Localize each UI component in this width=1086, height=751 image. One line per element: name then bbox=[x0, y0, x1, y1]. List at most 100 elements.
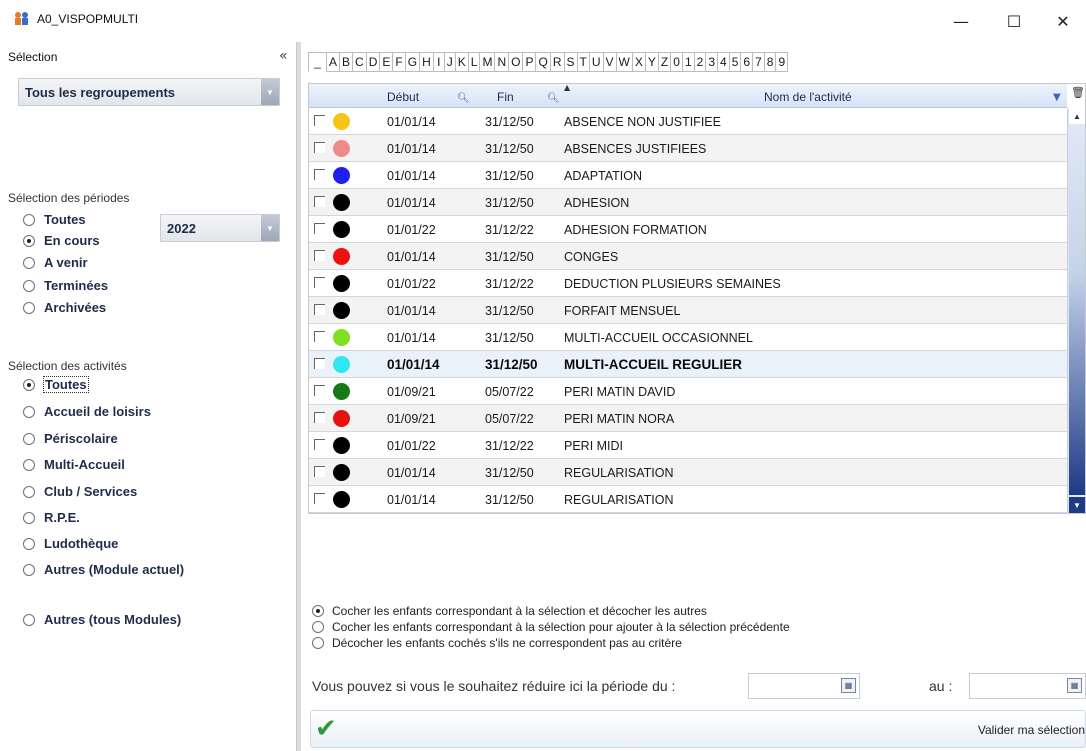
radio-periode-terminees[interactable]: Terminées bbox=[23, 278, 108, 293]
trash-icon[interactable]: 🗑 bbox=[1071, 86, 1085, 99]
row-checkbox[interactable] bbox=[314, 115, 325, 126]
header-fin[interactable]: Fin bbox=[497, 90, 514, 104]
radio-activite-periscolaire[interactable]: Périscolaire bbox=[23, 431, 118, 446]
radio-icon[interactable] bbox=[23, 213, 35, 226]
letter-filter-button[interactable]: X bbox=[632, 52, 646, 72]
validate-button[interactable]: ✔ Valider ma sélection bbox=[310, 710, 1086, 748]
letter-filter-button[interactable]: D bbox=[366, 52, 381, 72]
letter-filter-button[interactable]: G bbox=[405, 52, 421, 72]
letter-filter-button[interactable]: 2 bbox=[694, 52, 707, 72]
letter-filter-button[interactable]: C bbox=[353, 52, 367, 72]
table-row[interactable]: 01/01/14 31/12/50 FORFAIT MENSUEL bbox=[309, 297, 1067, 324]
letter-filter-button[interactable]: 0 bbox=[671, 52, 683, 72]
table-row[interactable]: 01/01/14 31/12/50 ABSENCE NON JUSTIFIEE bbox=[309, 108, 1067, 135]
radio-periode-toutes[interactable]: Toutes bbox=[23, 212, 86, 227]
table-row[interactable]: 01/01/14 31/12/50 REGULARISATION bbox=[309, 459, 1067, 486]
letter-filter-button[interactable]: A bbox=[327, 52, 341, 72]
table-row[interactable]: 01/01/14 31/12/50 ADHESION bbox=[309, 189, 1067, 216]
calendar-icon[interactable]: ▦ bbox=[1067, 678, 1082, 693]
table-row[interactable]: 01/09/21 05/07/22 PERI MATIN NORA bbox=[309, 405, 1067, 432]
radio-activite-toutes[interactable]: Toutes bbox=[23, 376, 89, 393]
letter-filter-button[interactable]: O bbox=[509, 52, 524, 72]
row-checkbox[interactable] bbox=[314, 385, 325, 396]
scroll-up-icon[interactable]: ▲ bbox=[1069, 108, 1085, 124]
letter-filter-button[interactable]: 9 bbox=[776, 52, 789, 72]
radio-icon[interactable] bbox=[312, 605, 324, 617]
table-row[interactable]: 01/01/14 31/12/50 CONGES bbox=[309, 243, 1067, 270]
row-checkbox[interactable] bbox=[314, 358, 325, 369]
row-checkbox[interactable] bbox=[314, 331, 325, 342]
chevron-down-icon[interactable]: ▼ bbox=[261, 79, 279, 105]
calendar-icon[interactable]: ▦ bbox=[841, 678, 856, 693]
row-checkbox[interactable] bbox=[314, 142, 325, 153]
minimize-button[interactable]: — bbox=[938, 6, 984, 36]
radio-activite-club-services[interactable]: Club / Services bbox=[23, 484, 137, 499]
letter-filter-button[interactable]: M bbox=[480, 52, 496, 72]
table-row[interactable]: 01/01/22 31/12/22 ADHESION FORMATION bbox=[309, 216, 1067, 243]
radio-icon[interactable] bbox=[23, 563, 35, 576]
radio-activite-ludotheque[interactable]: Ludothèque bbox=[23, 536, 118, 551]
letter-filter-button[interactable]: R bbox=[550, 52, 565, 72]
radio-periode-archivees[interactable]: Archivées bbox=[23, 300, 106, 315]
radio-activite-multi-accueil[interactable]: Multi-Accueil bbox=[23, 457, 125, 472]
letter-filter-button[interactable]: Q bbox=[536, 52, 551, 72]
radio-icon[interactable] bbox=[23, 537, 35, 550]
radio-activite-autres-module[interactable]: Autres (Module actuel) bbox=[23, 562, 184, 577]
row-checkbox[interactable] bbox=[314, 412, 325, 423]
letter-filter-button[interactable]: E bbox=[380, 52, 394, 72]
table-row[interactable]: 01/01/22 31/12/22 DEDUCTION PLUSIEURS SEMA… bbox=[309, 270, 1067, 297]
table-row[interactable]: 01/09/21 05/07/22 PERI MATIN DAVID bbox=[309, 378, 1067, 405]
letter-filter-button[interactable]: Y bbox=[645, 52, 659, 72]
letter-filter-button[interactable]: W bbox=[616, 52, 633, 72]
radio-icon[interactable] bbox=[23, 279, 35, 292]
letter-filter-button[interactable]: S bbox=[564, 52, 578, 72]
row-checkbox[interactable] bbox=[314, 196, 325, 207]
radio-activite-autres-tous[interactable]: Autres (tous Modules) bbox=[23, 612, 181, 627]
radio-activite-rpe[interactable]: R.P.E. bbox=[23, 510, 80, 525]
year-select[interactable]: 2022 ▼ bbox=[160, 214, 280, 242]
radio-periode-a-venir[interactable]: A venir bbox=[23, 255, 88, 270]
radio-icon[interactable] bbox=[312, 637, 324, 649]
radio-icon[interactable] bbox=[23, 378, 35, 391]
letter-filter-button[interactable]: H bbox=[420, 52, 434, 72]
vertical-scrollbar[interactable]: ▲ ▼ bbox=[1067, 108, 1085, 513]
date-from-field[interactable]: ▦ bbox=[748, 673, 860, 699]
letter-filter-button[interactable]: U bbox=[589, 52, 604, 72]
chevron-down-icon[interactable]: ▼ bbox=[261, 215, 279, 241]
option-check-and-uncheck[interactable]: Cocher les enfants correspondant à la sé… bbox=[312, 603, 790, 619]
row-checkbox[interactable] bbox=[314, 493, 325, 504]
radio-icon[interactable] bbox=[23, 511, 35, 524]
search-icon[interactable]: 🔍︎ bbox=[547, 93, 560, 104]
filter-icon[interactable]: ▼ bbox=[1053, 92, 1061, 103]
letter-filter-button[interactable]: V bbox=[603, 52, 617, 72]
radio-icon[interactable] bbox=[23, 256, 35, 269]
radio-icon[interactable] bbox=[23, 301, 35, 314]
letter-filter-button[interactable]: T bbox=[577, 52, 590, 72]
option-uncheck-mismatch[interactable]: Décocher les enfants cochés s'ils ne cor… bbox=[312, 635, 790, 651]
row-checkbox[interactable] bbox=[314, 466, 325, 477]
radio-icon[interactable] bbox=[23, 458, 35, 471]
letter-filter-button[interactable]: P bbox=[523, 52, 537, 72]
letter-filter-button[interactable]: B bbox=[340, 52, 354, 72]
table-row[interactable]: 01/01/14 31/12/50 MULTI-ACCUEIL OCCASIONNE… bbox=[309, 324, 1067, 351]
radio-icon[interactable] bbox=[312, 621, 324, 633]
option-check-add[interactable]: Cocher les enfants correspondant à la sé… bbox=[312, 619, 790, 635]
scrollbar-thumb[interactable] bbox=[1069, 124, 1085, 495]
row-checkbox[interactable] bbox=[314, 439, 325, 450]
table-row[interactable]: 01/01/22 31/12/22 PERI MIDI bbox=[309, 432, 1067, 459]
table-row[interactable]: 01/01/14 31/12/50 REGULARISATION bbox=[309, 486, 1067, 513]
search-icon[interactable]: 🔍︎ bbox=[457, 93, 470, 104]
date-to-field[interactable]: ▦ bbox=[969, 673, 1086, 699]
radio-icon[interactable] bbox=[23, 234, 35, 247]
radio-periode-en-cours[interactable]: En cours bbox=[23, 233, 100, 248]
letter-filter-button[interactable]: _ bbox=[308, 52, 327, 72]
row-checkbox[interactable] bbox=[314, 169, 325, 180]
table-row[interactable]: 01/01/14 31/12/50 ABSENCES JUSTIFIEES bbox=[309, 135, 1067, 162]
radio-icon[interactable] bbox=[23, 432, 35, 445]
letter-filter-button[interactable]: 8 bbox=[764, 52, 777, 72]
maximize-button[interactable]: ☐ bbox=[991, 6, 1037, 36]
letter-filter-button[interactable]: Z bbox=[658, 52, 672, 72]
letter-filter-button[interactable]: 4 bbox=[718, 52, 730, 72]
row-checkbox[interactable] bbox=[314, 250, 325, 261]
header-debut[interactable]: Début bbox=[387, 90, 419, 104]
